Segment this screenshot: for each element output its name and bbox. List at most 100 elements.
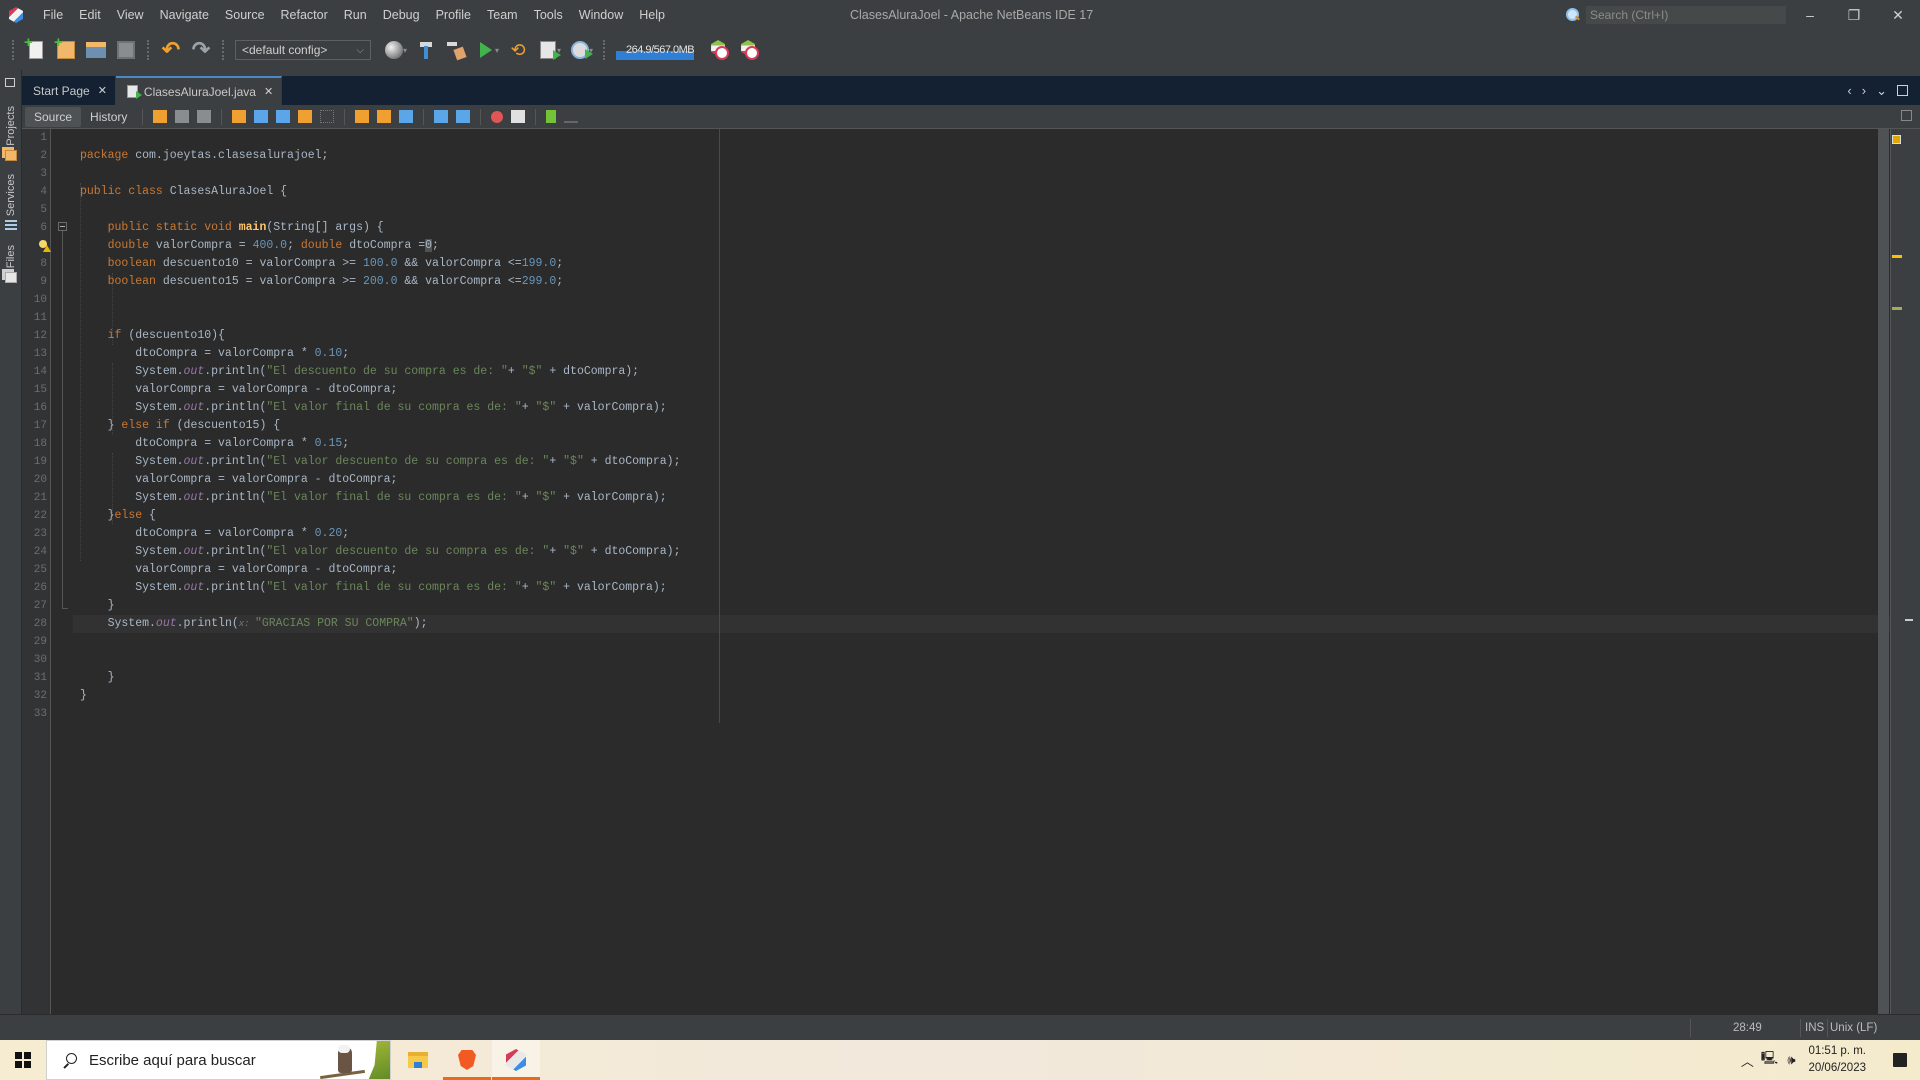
apply-code-changes-button[interactable] bbox=[565, 35, 595, 65]
build-button[interactable] bbox=[411, 35, 441, 65]
code-line[interactable]: package com.joeytas.clasesalurajoel; bbox=[80, 147, 680, 165]
code-line[interactable]: valorCompra = valorCompra - dtoCompra; bbox=[80, 561, 680, 579]
code-line[interactable]: public class ClasesAluraJoel { bbox=[80, 183, 680, 201]
code-line[interactable]: public static void main(String[] args) { bbox=[80, 219, 680, 237]
code-line[interactable] bbox=[80, 309, 680, 327]
shift-left-icon[interactable] bbox=[434, 110, 449, 123]
hint-marker[interactable] bbox=[1892, 307, 1902, 310]
start-button[interactable] bbox=[0, 1040, 46, 1080]
menu-navigate[interactable]: Navigate bbox=[152, 0, 217, 30]
line-ending[interactable]: Unix (LF) bbox=[1830, 1015, 1877, 1041]
tab-clasesalurajoel-java[interactable]: ClasesAluraJoel.java ✕ bbox=[115, 76, 283, 105]
side-tab-projects[interactable]: Projects bbox=[0, 106, 22, 161]
taskbar-app-brave[interactable] bbox=[443, 1040, 491, 1080]
menu-profile[interactable]: Profile bbox=[428, 0, 479, 30]
toggle-bookmark-icon[interactable] bbox=[399, 110, 414, 123]
code-line[interactable]: System.out.println("El descuento de su c… bbox=[80, 363, 680, 381]
side-tab-services[interactable]: Services bbox=[0, 174, 22, 232]
memory-usage-bar[interactable]: 264.9/567.0MB bbox=[616, 40, 705, 60]
profiler-snapshot-button[interactable] bbox=[734, 35, 764, 65]
menu-source[interactable]: Source bbox=[217, 0, 273, 30]
gc-button[interactable] bbox=[704, 35, 734, 65]
find-icon[interactable] bbox=[232, 110, 247, 123]
history-tab[interactable]: History bbox=[81, 107, 136, 127]
code-line[interactable]: }else { bbox=[80, 507, 680, 525]
restore-button[interactable]: ❐ bbox=[1832, 0, 1876, 30]
code-line[interactable]: System.out.println("El valor descuento d… bbox=[80, 453, 680, 471]
network-icon[interactable]: 🖳 bbox=[1758, 1040, 1780, 1080]
code-line[interactable] bbox=[80, 129, 680, 147]
shift-right-icon[interactable] bbox=[456, 110, 471, 123]
source-tab[interactable]: Source bbox=[25, 106, 82, 127]
cursor-position[interactable]: 28:49 bbox=[1733, 1015, 1762, 1041]
code-line[interactable]: boolean descuento15 = valorCompra >= 200… bbox=[80, 273, 680, 291]
side-tab-files[interactable]: Files bbox=[0, 245, 22, 284]
save-all-button[interactable] bbox=[111, 35, 141, 65]
warning-status-icon[interactable] bbox=[1892, 135, 1901, 144]
forward-icon[interactable] bbox=[197, 110, 212, 123]
code-line[interactable]: dtoCompra = valorCompra * 0.10; bbox=[80, 345, 680, 363]
error-stripe[interactable] bbox=[1890, 129, 1902, 1014]
debug-button[interactable]: ⟲ bbox=[503, 35, 533, 65]
toolbar-grip[interactable] bbox=[603, 40, 606, 60]
restore-window-group-icon[interactable] bbox=[5, 78, 15, 87]
code-line[interactable]: if (descuento10){ bbox=[80, 327, 680, 345]
volume-icon[interactable]: 🕪 bbox=[1780, 1040, 1802, 1080]
clock[interactable]: 01:51 p. m. 20/06/2023 bbox=[1802, 1043, 1880, 1077]
close-icon[interactable]: ✕ bbox=[264, 85, 273, 98]
last-edit-icon[interactable] bbox=[153, 110, 168, 123]
split-editor-icon[interactable] bbox=[1901, 110, 1912, 121]
find-next-icon[interactable] bbox=[276, 110, 291, 123]
menu-run[interactable]: Run bbox=[336, 0, 375, 30]
close-button[interactable]: ✕ bbox=[1876, 0, 1920, 30]
undo-button[interactable]: ↶ bbox=[156, 35, 186, 65]
previous-bookmark-icon[interactable] bbox=[355, 110, 370, 123]
toggle-highlight-icon[interactable] bbox=[298, 110, 313, 123]
toolbar-grip[interactable] bbox=[12, 40, 15, 60]
warning-marker[interactable] bbox=[1892, 255, 1902, 258]
code-editor[interactable]: 1 2 3 4 5 6 7 8 9 10 11 12 13 14 15 16 17 18 19 20 21 22 23 24 2… bbox=[22, 129, 1898, 1014]
stop-macro-recording-icon[interactable] bbox=[511, 110, 526, 123]
code-line[interactable]: } else if (descuento15) { bbox=[80, 417, 680, 435]
menu-help[interactable]: Help bbox=[631, 0, 673, 30]
browser-button[interactable] bbox=[379, 35, 409, 65]
warning-hint-bulb-icon[interactable] bbox=[38, 240, 51, 252]
menu-view[interactable]: View bbox=[109, 0, 152, 30]
close-icon[interactable]: ✕ bbox=[98, 84, 107, 97]
chevron-right-icon[interactable]: › bbox=[1862, 83, 1866, 98]
open-project-button[interactable] bbox=[81, 35, 111, 65]
code-line[interactable]: System.out.println("El valor descuento d… bbox=[80, 543, 680, 561]
source-code[interactable]: package com.joeytas.clasesalurajoel; pub… bbox=[80, 129, 680, 723]
uncomment-icon[interactable] bbox=[564, 110, 579, 123]
chevron-left-icon[interactable]: ‹ bbox=[1847, 83, 1851, 98]
taskbar-app-file-explorer[interactable] bbox=[394, 1040, 442, 1080]
redo-button[interactable]: ↷ bbox=[186, 35, 216, 65]
chevron-down-icon[interactable]: ⌄ bbox=[1876, 83, 1887, 99]
rectangular-selection-icon[interactable] bbox=[320, 110, 335, 123]
code-line[interactable]: System.out.println("El valor final de su… bbox=[80, 489, 680, 507]
menu-window[interactable]: Window bbox=[571, 0, 631, 30]
code-line[interactable]: } bbox=[80, 597, 680, 615]
profile-button[interactable] bbox=[533, 35, 563, 65]
maximize-icon[interactable] bbox=[1897, 85, 1908, 96]
next-bookmark-icon[interactable] bbox=[377, 110, 392, 123]
code-line[interactable] bbox=[80, 633, 680, 651]
minimize-button[interactable]: – bbox=[1788, 0, 1832, 30]
code-line[interactable]: System.out.println("El valor final de su… bbox=[80, 579, 680, 597]
taskbar-search[interactable]: Escribe aquí para buscar bbox=[46, 1040, 391, 1080]
start-macro-recording-icon[interactable] bbox=[491, 110, 504, 123]
code-line[interactable]: dtoCompra = valorCompra * 0.20; bbox=[80, 525, 680, 543]
chevron-up-icon[interactable]: ︿ bbox=[1736, 1040, 1758, 1080]
code-line[interactable]: boolean descuento10 = valorCompra >= 100… bbox=[80, 255, 680, 273]
taskbar-app-netbeans[interactable] bbox=[492, 1040, 540, 1080]
insert-mode[interactable]: INS bbox=[1805, 1015, 1824, 1041]
run-button[interactable] bbox=[471, 35, 501, 65]
clean-build-button[interactable] bbox=[441, 35, 471, 65]
comment-icon[interactable] bbox=[546, 110, 557, 123]
menu-tools[interactable]: Tools bbox=[526, 0, 571, 30]
toolbar-grip[interactable] bbox=[147, 40, 150, 60]
code-line[interactable] bbox=[80, 651, 680, 669]
menu-debug[interactable]: Debug bbox=[375, 0, 428, 30]
quick-search-input[interactable] bbox=[1586, 6, 1786, 24]
code-line[interactable]: System.out.println("El valor final de su… bbox=[80, 399, 680, 417]
